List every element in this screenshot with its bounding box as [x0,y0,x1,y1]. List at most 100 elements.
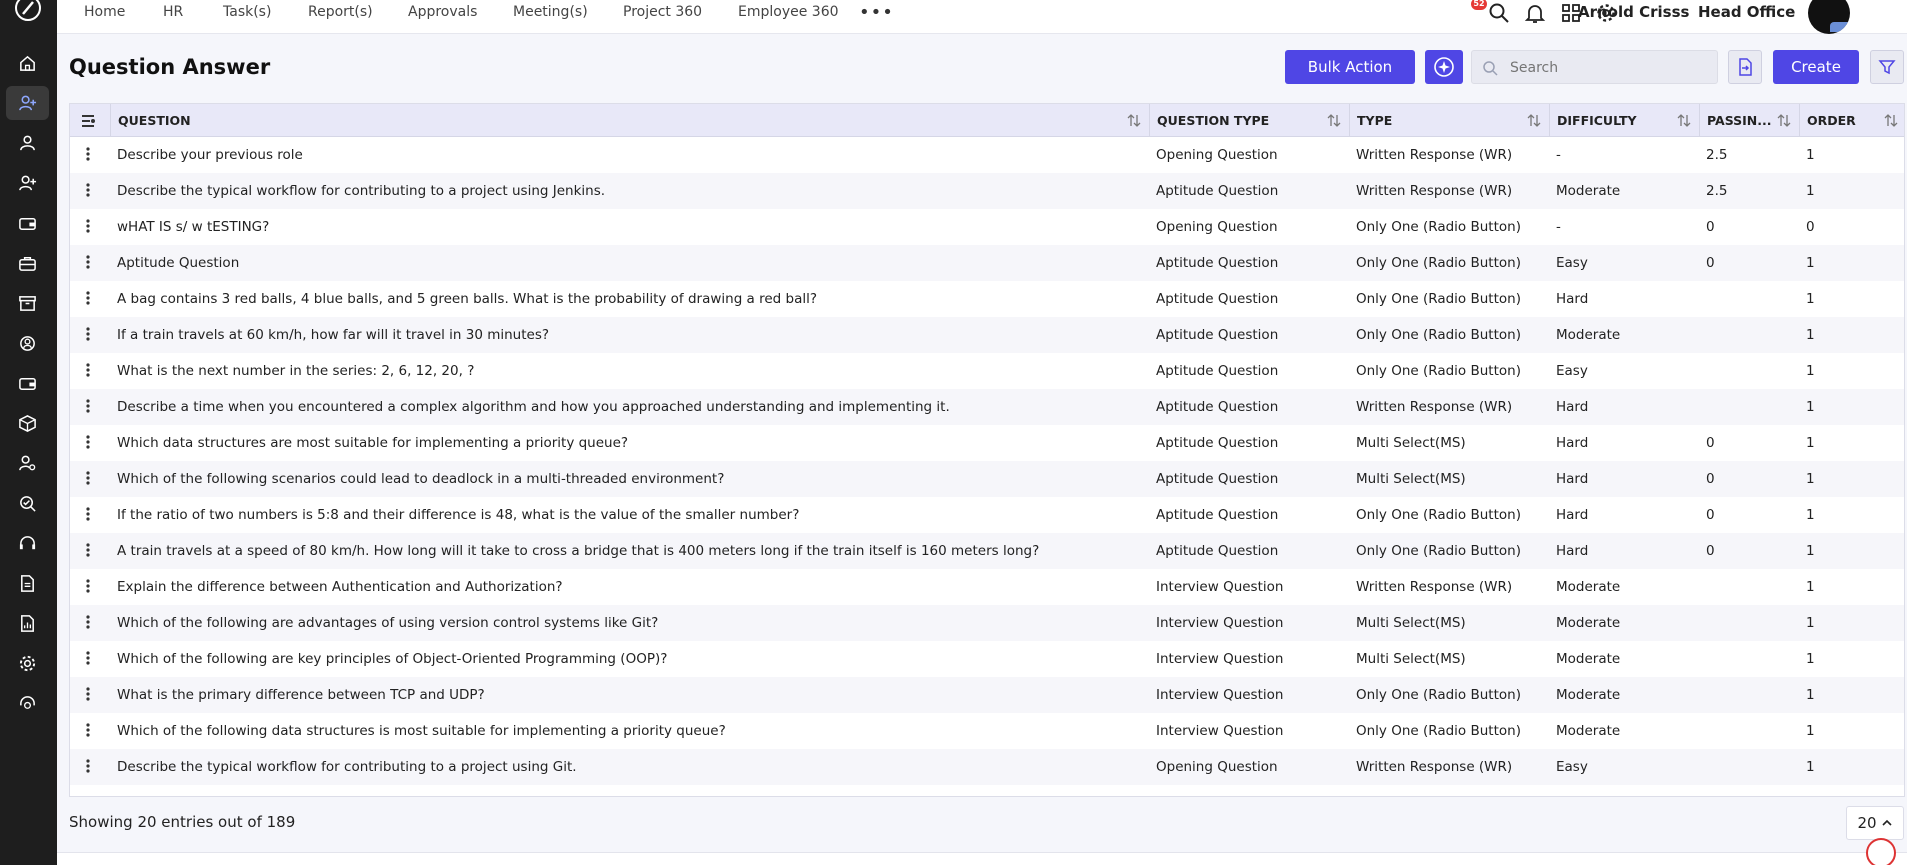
create-button[interactable]: Create [1773,50,1859,84]
sort-icon[interactable] [1677,113,1691,128]
nav-more-button[interactable]: ••• [859,2,894,23]
nav-hr[interactable]: HR [163,4,183,20]
table-row[interactable]: Aptitude Question Aptitude Question Only O… [70,245,1904,281]
cell-type: Only One (Radio Button) [1356,327,1521,343]
sidebar-item-help[interactable] [6,686,49,720]
sidebar-item-review[interactable] [6,486,49,520]
table-row[interactable]: What is the next number in the series: 2… [70,353,1904,389]
table-row[interactable]: Which of the following are key principle… [70,641,1904,677]
cell-order: 1 [1806,147,1815,163]
row-menu-icon[interactable] [86,758,90,774]
table-row[interactable]: Describe a time when you encountered a c… [70,389,1904,425]
avatar[interactable] [1808,0,1850,34]
row-menu-icon[interactable] [86,398,90,414]
table-row[interactable]: What is the primary difference between T… [70,677,1904,713]
row-menu-icon[interactable] [86,614,90,630]
table-row[interactable]: If the ratio of two numbers is 5:8 and t… [70,497,1904,533]
sort-icon[interactable] [1327,113,1341,128]
table-row[interactable]: Which of the following are advantages of… [70,605,1904,641]
headset-icon [19,535,36,549]
column-header-question-type[interactable]: Question Type [1149,104,1349,137]
sort-icon[interactable] [1884,113,1898,128]
table-row[interactable]: Describe the typical workflow for contri… [70,749,1904,785]
cell-question-type: Aptitude Question [1156,399,1279,415]
column-header-difficulty[interactable]: Difficulty [1549,104,1699,137]
nav-reports[interactable]: Report(s) [308,4,373,20]
row-menu-icon[interactable] [86,290,90,306]
row-menu-icon[interactable] [86,434,90,450]
sidebar-item-profile[interactable] [6,126,49,160]
row-menu-icon[interactable] [86,650,90,666]
column-header-order[interactable]: Order [1799,104,1904,137]
sidebar-item-support[interactable] [6,526,49,560]
sidebar [0,0,57,865]
row-menu-icon[interactable] [86,470,90,486]
sidebar-item-assets[interactable] [6,406,49,440]
table-row[interactable]: Describe your previous role Opening Quest… [70,137,1904,173]
row-menu-icon[interactable] [86,506,90,522]
table-row[interactable]: wHAT IS s/ w tESTING? Opening Question Onl… [70,209,1904,245]
table-row[interactable]: Which data structures are most suitable … [70,425,1904,461]
sidebar-item-recruitment[interactable] [6,86,49,120]
app-logo[interactable] [11,0,45,26]
cell-order: 1 [1806,291,1815,307]
sidebar-item-documents[interactable] [6,566,49,600]
sort-icon[interactable] [1777,113,1791,128]
sidebar-item-onboarding[interactable] [6,166,49,200]
table-row[interactable]: Which of the following data structures i… [70,713,1904,749]
table-row[interactable]: Describe the typical workflow for contri… [70,173,1904,209]
sidebar-item-wallet[interactable] [6,206,49,240]
sidebar-item-payroll[interactable] [6,366,49,400]
column-settings-icon[interactable] [80,113,96,129]
timer-icon[interactable] [1866,838,1896,865]
sidebar-item-jobs[interactable] [6,246,49,280]
nav-home[interactable]: Home [84,4,125,20]
bulk-action-button[interactable]: Bulk Action [1285,50,1415,84]
filter-button[interactable] [1870,50,1904,84]
sidebar-item-team[interactable] [6,326,49,360]
cell-passing: 0 [1706,543,1715,559]
nav-tasks[interactable]: Task(s) [223,4,271,20]
row-menu-icon[interactable] [86,362,90,378]
row-menu-icon[interactable] [86,218,90,234]
row-menu-icon[interactable] [86,146,90,162]
office-selector[interactable]: Head Office [1698,3,1795,21]
table-row[interactable]: A bag contains 3 red balls, 4 blue balls… [70,281,1904,317]
column-header-question[interactable]: Question [110,104,1149,137]
row-menu-icon[interactable] [86,686,90,702]
sidebar-item-archive[interactable] [6,286,49,320]
cell-passing: 0 [1706,471,1715,487]
table-row[interactable]: Which of the following scenarios could l… [70,461,1904,497]
column-header-passing[interactable]: Passin... [1699,104,1799,137]
row-menu-icon[interactable] [86,254,90,270]
sort-icon[interactable] [1527,113,1541,128]
cell-order: 1 [1806,615,1815,631]
nav-employee-360[interactable]: Employee 360 [738,4,839,20]
user-name[interactable]: Arnold Crisss [1578,3,1689,21]
row-menu-icon[interactable] [86,578,90,594]
bell-icon[interactable] [1524,2,1546,24]
column-header-type[interactable]: Type [1349,104,1549,137]
sidebar-item-reports[interactable] [6,606,49,640]
nav-project-360[interactable]: Project 360 [623,4,702,20]
cell-type: Written Response (WR) [1356,579,1513,595]
table-row[interactable]: Explain the difference between Authentic… [70,569,1904,605]
search-input[interactable] [1510,58,1710,78]
nav-meetings[interactable]: Meeting(s) [513,4,588,20]
ai-assist-button[interactable] [1425,50,1463,84]
sidebar-item-home[interactable] [6,46,49,80]
sidebar-item-users[interactable] [6,446,49,480]
table-row[interactable]: A train travels at a speed of 80 km/h. H… [70,533,1904,569]
table-row[interactable]: If a train travels at 60 km/h, how far w… [70,317,1904,353]
row-menu-icon[interactable] [86,542,90,558]
row-menu-icon[interactable] [86,722,90,738]
column-label: Difficulty [1557,113,1637,128]
sort-icon[interactable] [1127,113,1141,128]
nav-approvals[interactable]: Approvals [408,4,477,20]
row-menu-icon[interactable] [86,182,90,198]
page-size-select[interactable]: 20 [1846,806,1904,840]
export-button[interactable] [1728,50,1762,84]
sidebar-item-settings[interactable] [6,646,49,680]
row-menu-icon[interactable] [86,326,90,342]
search-icon[interactable] [1488,2,1510,24]
